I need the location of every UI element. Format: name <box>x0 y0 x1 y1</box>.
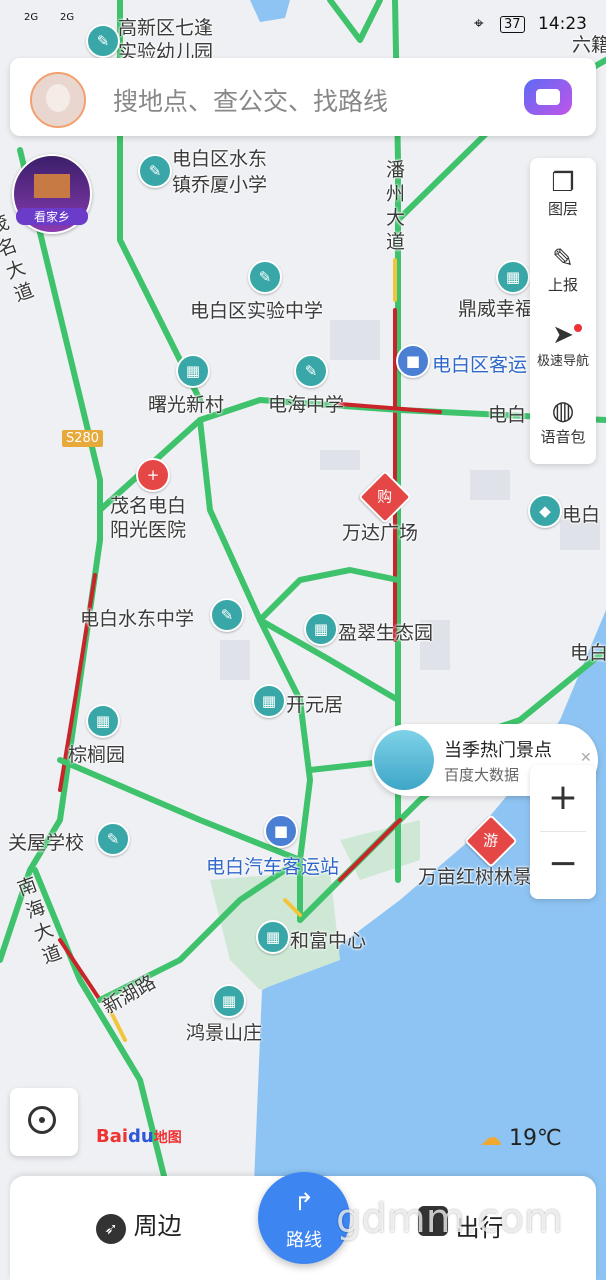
weather-widget[interactable]: ☁ 19℃ <box>480 1126 562 1151</box>
road-label-panzhou: 潘州大道 <box>386 159 406 253</box>
map-label-school[interactable]: 电白水东中学 <box>80 604 194 631</box>
popup-title: 当季热门景点 <box>444 740 552 761</box>
avatar-face <box>46 84 70 112</box>
zoom-in-button[interactable]: + <box>530 777 596 818</box>
layers-label: 图层 <box>547 200 578 218</box>
hospital-icon: + <box>136 458 170 492</box>
compass-icon: ➶ <box>96 1214 126 1244</box>
layers-button[interactable]: ❐ 图层 <box>530 168 596 219</box>
map-label[interactable]: 棕榈园 <box>68 740 125 767</box>
map-label[interactable]: 开元居 <box>286 690 343 717</box>
highway-shield: S280 <box>62 430 104 447</box>
search-input[interactable]: 搜地点、查公交、找路线 <box>113 82 388 118</box>
clock: 14:23 <box>538 14 587 34</box>
report-label: 上报 <box>547 276 578 294</box>
homecoming-badge[interactable]: 看家乡 <box>12 154 92 234</box>
map-label-school[interactable]: 关屋学校 <box>8 828 84 855</box>
search-bar[interactable]: 搜地点、查公交、找路线 <box>10 58 596 136</box>
close-icon[interactable]: ✕ <box>580 750 592 766</box>
signal-icon: 2G <box>24 12 39 23</box>
map-label[interactable]: 曙光新村 <box>148 390 224 417</box>
voice-pack-icon: ◍ <box>551 396 575 426</box>
locate-button[interactable] <box>10 1088 78 1156</box>
bus-station-icon: ■ <box>264 814 298 848</box>
map-label-bus-station[interactable]: 电白汽车客运站 <box>206 852 339 879</box>
report-button[interactable]: ✎ 上报 <box>530 244 596 295</box>
map-label-school[interactable]: 电白区水东 镇乔厦小学 <box>172 146 267 198</box>
attraction-thumbnail <box>374 730 434 790</box>
voice-pack-label: 语音包 <box>540 428 586 446</box>
school-icon: ✎ <box>294 354 328 388</box>
signal-icon: 2G <box>60 12 75 23</box>
building-icon: ▦ <box>256 920 290 954</box>
layers-icon: ❐ <box>551 168 575 198</box>
map-label[interactable]: 鼎威幸福 <box>458 294 534 321</box>
popup-subtitle: 百度大数据 <box>444 766 520 784</box>
building-icon: ▦ <box>496 260 530 294</box>
map-label-school[interactable]: 电海中学 <box>268 390 344 417</box>
school-icon: ✎ <box>96 822 130 856</box>
zoom-divider <box>540 831 586 832</box>
map-label-hospital[interactable]: 茂名电白 阳光医院 <box>110 494 186 542</box>
nearby-label: 周边 <box>133 1212 182 1240</box>
map-label-scenic[interactable]: 万亩红树林景 <box>418 862 532 889</box>
nearby-button[interactable]: ➶ 周边 <box>96 1206 182 1244</box>
baidu-map-logo: Baidu地图 <box>96 1126 182 1147</box>
navigation-icon: ➤ <box>552 320 574 350</box>
partly-cloudy-icon: ☁ <box>480 1126 502 1151</box>
building-icon: ▦ <box>86 704 120 738</box>
crosshair-icon <box>28 1106 56 1134</box>
report-icon: ✎ <box>552 244 574 274</box>
fast-navigation-button[interactable]: ➤ 极速导航 <box>530 320 596 369</box>
zoom-out-button[interactable]: − <box>530 843 596 884</box>
building-icon: ▦ <box>252 684 286 718</box>
school-icon: ✎ <box>210 598 244 632</box>
homecoming-label: 看家乡 <box>16 208 88 225</box>
building-icon: ▦ <box>176 354 210 388</box>
school-icon: ✎ <box>248 260 282 294</box>
map-label-school[interactable]: 电白区实验中学 <box>190 296 323 323</box>
map-label[interactable]: 鸿景山庄 <box>186 1018 262 1045</box>
map-label[interactable]: 盈翠生态园 <box>338 618 433 645</box>
avatar[interactable] <box>30 72 86 128</box>
school-icon: ✎ <box>138 154 172 188</box>
building-icon: ▦ <box>212 984 246 1018</box>
voice-assistant-icon[interactable] <box>524 79 572 115</box>
notification-dot <box>574 324 582 332</box>
bus-station-icon: ■ <box>396 344 430 378</box>
map-label[interactable]: 和富中心 <box>290 926 366 953</box>
location-icon: ⌖ <box>474 14 484 34</box>
battery-icon: 37 <box>500 16 525 33</box>
map-label[interactable]: 电白 <box>570 638 606 665</box>
road-label: 电白 <box>488 404 527 426</box>
map-tools-panel: ❐ 图层 ✎ 上报 ➤ 极速导航 ◍ 语音包 <box>530 158 596 464</box>
park-icon: ◆ <box>528 494 562 528</box>
fast-navigation-label: 极速导航 <box>536 354 589 369</box>
temperature: 19℃ <box>509 1126 562 1151</box>
map-label-bus-station[interactable]: 电白区客运 <box>432 350 527 377</box>
map-label-mall[interactable]: 万达广场 <box>342 518 418 545</box>
house-icon <box>34 174 70 198</box>
watermark: gdmm.com <box>336 1196 563 1242</box>
voice-pack-button[interactable]: ◍ 语音包 <box>530 396 596 447</box>
map-label[interactable]: 电白 <box>562 500 600 527</box>
zoom-control: + − <box>530 765 596 899</box>
building-icon: ▦ <box>304 612 338 646</box>
status-bar: 2G 2G ⌖ 37 14:23 <box>0 0 606 52</box>
